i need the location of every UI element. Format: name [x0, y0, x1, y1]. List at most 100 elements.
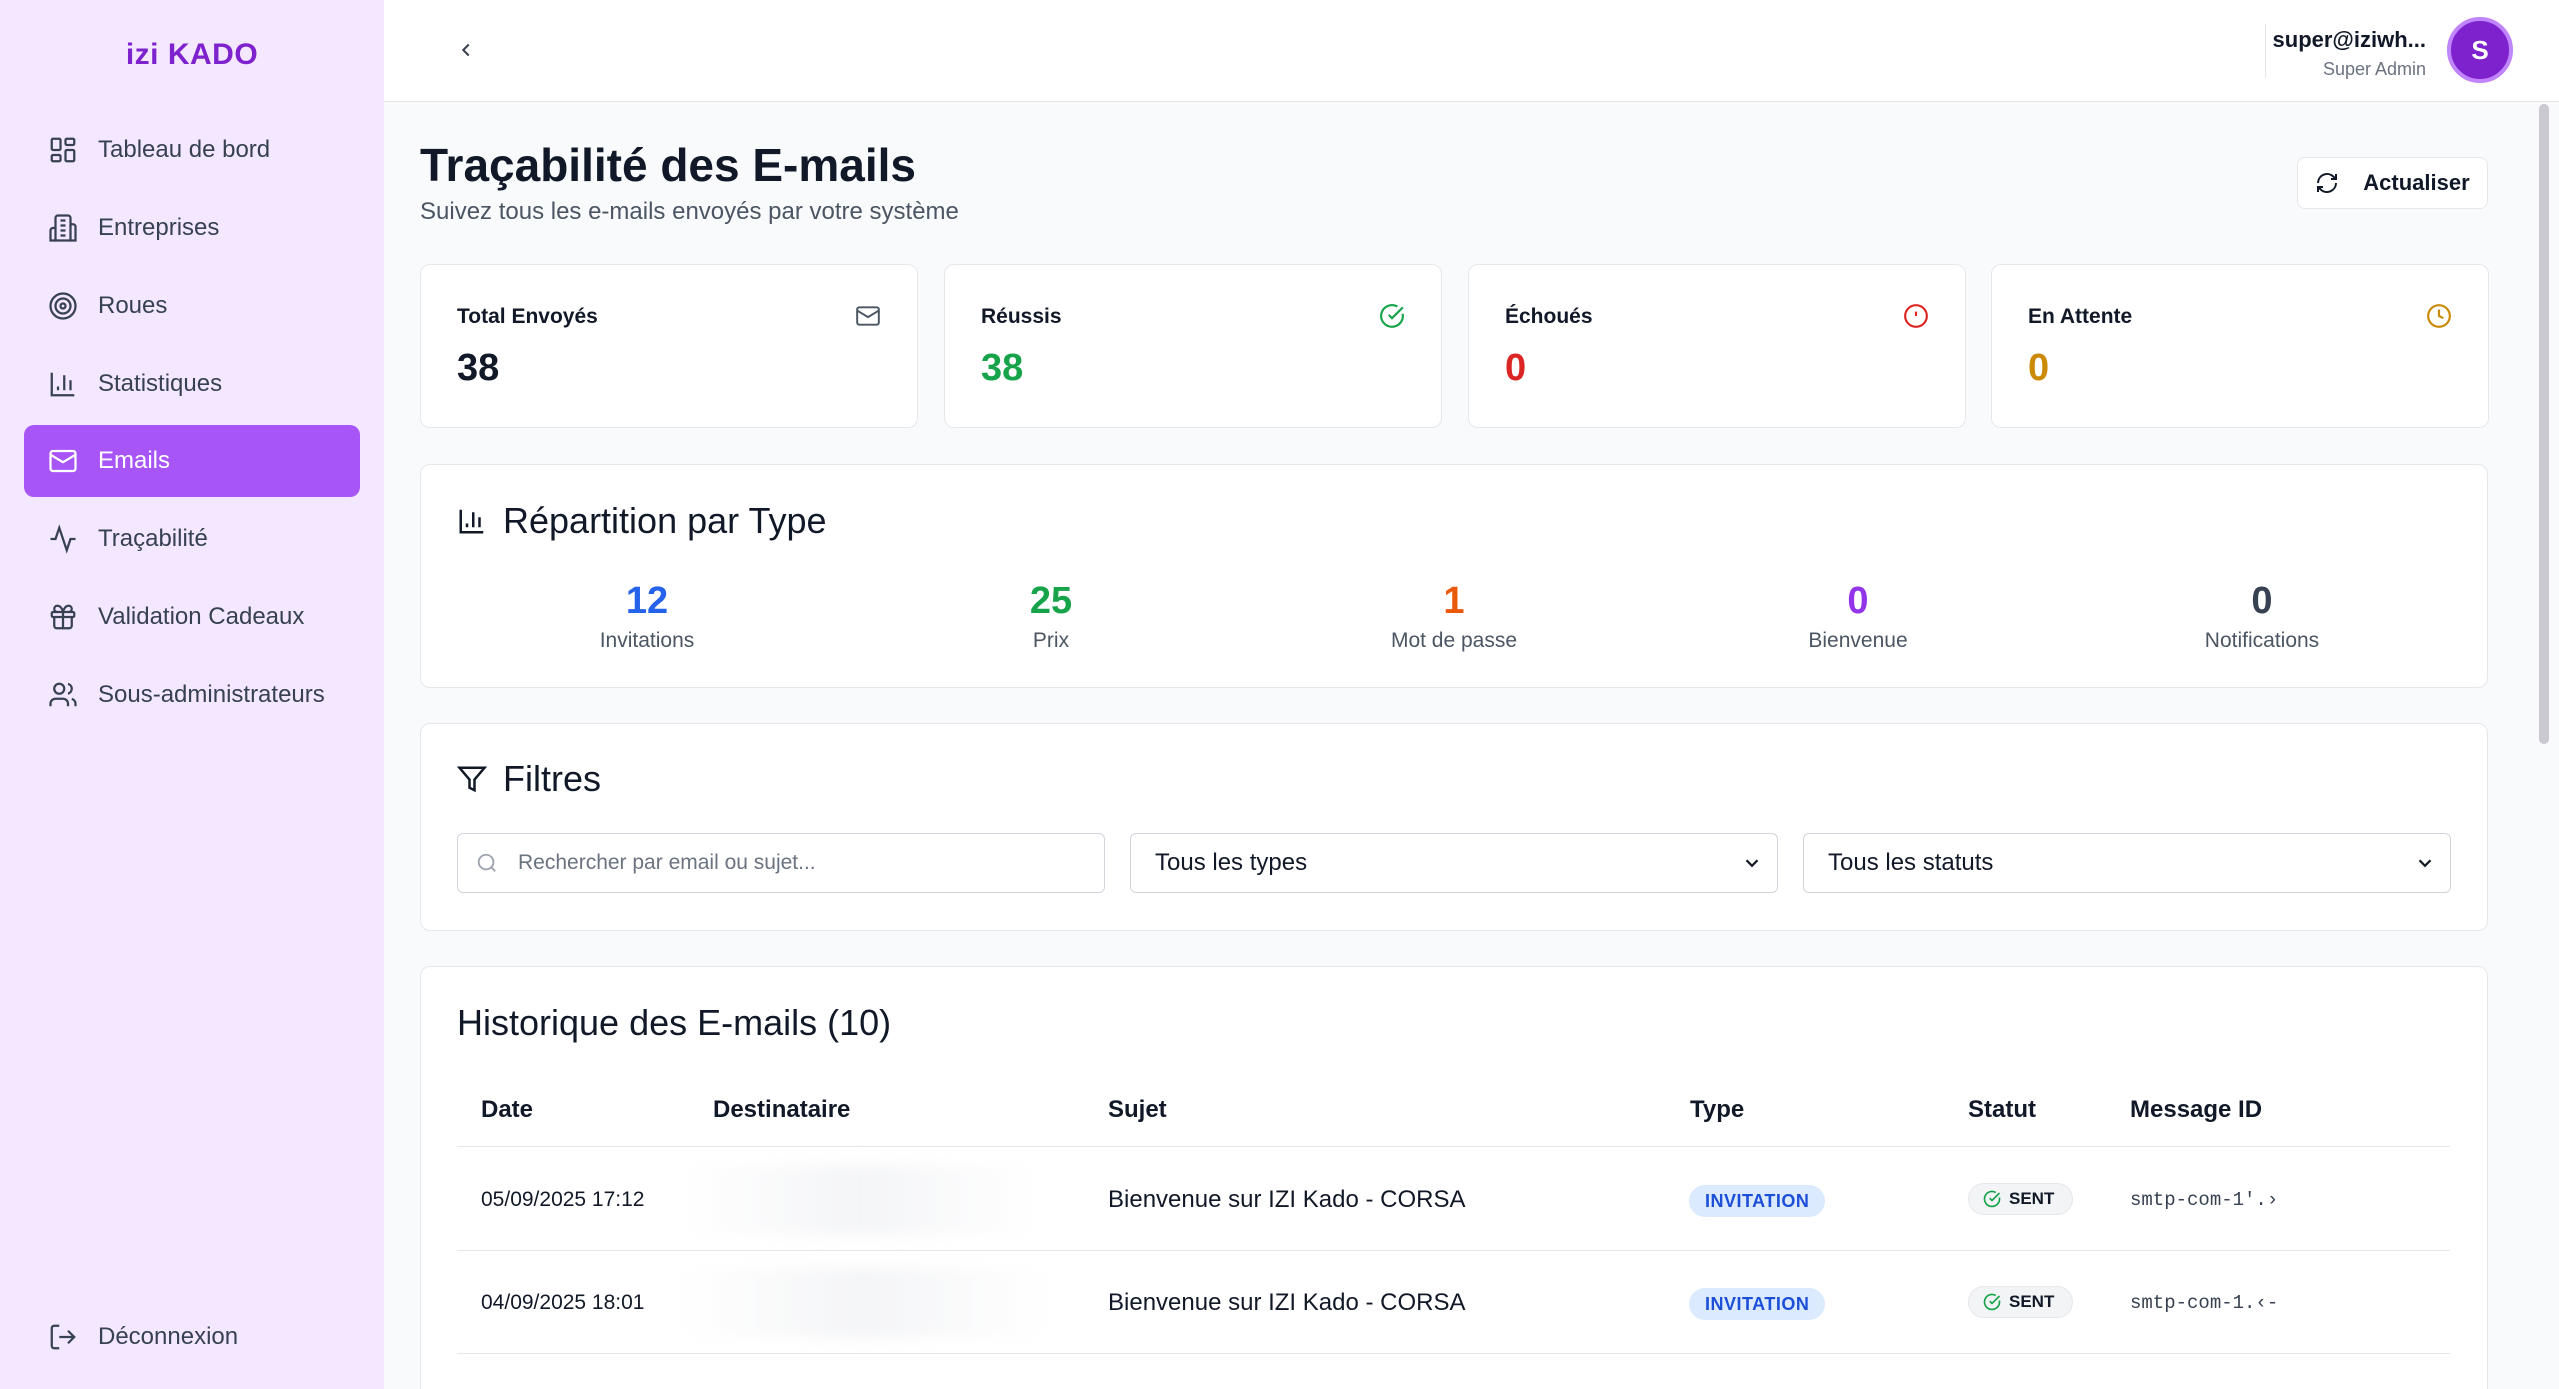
stat-label: Échoués [1505, 305, 1593, 328]
type-count: 0 [1847, 580, 1869, 622]
breakdown-title-text: Répartition par Type [503, 500, 827, 541]
type-select-value: Tous les types [1155, 849, 1308, 876]
logo-prefix: izi [125, 38, 159, 71]
row-message-id: smtp-com-1'.› [2130, 1189, 2279, 1211]
type-label: Invitations [599, 629, 695, 652]
chevron-down-icon [2418, 859, 2432, 868]
type-badge: INVITATION [1689, 1288, 1826, 1320]
sidebar-item-label: Emails [98, 447, 171, 474]
type-prix: 25 Prix [901, 580, 1201, 653]
type-mot-de-passe: 1 Mot de passe [1304, 580, 1604, 653]
avatar[interactable]: S [2447, 17, 2513, 83]
type-bienvenue: 0 Bienvenue [1708, 580, 2008, 653]
sidebar-item-entreprises[interactable]: Entreprises [24, 192, 360, 264]
type-count: 1 [1443, 580, 1465, 622]
type-invitations: 12 Invitations [497, 580, 797, 653]
sidebar-item-tracabilite[interactable]: Traçabilité [24, 503, 360, 575]
stat-label: Réussis [981, 305, 1062, 328]
status-select-value: Tous les statuts [1828, 849, 1994, 876]
check-circle-icon [1983, 1293, 2001, 1311]
sidebar-item-dashboard[interactable]: Tableau de bord [24, 114, 360, 186]
clock-icon [2427, 304, 2451, 328]
column-header-date[interactable]: Date [481, 1096, 533, 1124]
check-circle-icon [1983, 1190, 2001, 1208]
search-input[interactable] [518, 851, 1078, 875]
user-email: super@iziwh... [2272, 27, 2426, 52]
logout-button[interactable]: Déconnexion [24, 1301, 360, 1373]
type-select[interactable]: Tous les types [1130, 833, 1778, 893]
user-info[interactable]: super@iziwh... Super Admin [2273, 27, 2426, 80]
filters-card [420, 723, 2488, 931]
stat-label: Total Envoyés [457, 305, 598, 328]
breakdown-card [420, 464, 2488, 688]
sidebar-item-roues[interactable]: Roues [24, 270, 360, 342]
stat-card-total: Total Envoyés 38 [420, 264, 918, 428]
filters-title: Filtres [457, 758, 601, 800]
logout-icon [50, 1324, 76, 1350]
target-icon [49, 292, 77, 320]
refresh-label: Actualiser [2363, 170, 2470, 195]
breakdown-title: Répartition par Type [457, 500, 827, 542]
logout-label: Déconnexion [98, 1323, 239, 1350]
gift-icon [50, 604, 76, 630]
recipient-redacted [680, 1165, 1040, 1235]
row-subject: Bienvenue sur IZI Kado - CORSA [1108, 1186, 1466, 1213]
sidebar-item-sous-administrateurs[interactable]: Sous-administrateurs [24, 659, 360, 731]
page-subtitle: Suivez tous les e-mails envoyés par votr… [420, 198, 959, 225]
chevron-down-icon [1745, 859, 1759, 868]
refresh-button[interactable]: Actualiser [2297, 157, 2488, 209]
user-role: Super Admin [2322, 59, 2426, 79]
type-count: 12 [625, 580, 669, 622]
bar-chart-icon [50, 372, 75, 397]
stat-value: 0 [2028, 347, 2050, 389]
type-label: Prix [1032, 629, 1070, 652]
stat-label: En Attente [2028, 305, 2133, 328]
topbar [384, 0, 2559, 102]
alert-circle-icon [1904, 304, 1928, 328]
building-icon [49, 214, 77, 242]
type-notifications: 0 Notifications [2112, 580, 2412, 653]
chevron-left-icon [461, 43, 470, 57]
mail-icon [49, 449, 77, 473]
column-header-subject[interactable]: Sujet [1108, 1096, 1167, 1124]
type-count: 0 [2251, 580, 2273, 622]
sidebar-item-label: Tableau de bord [98, 136, 271, 163]
table-divider [457, 1146, 2450, 1147]
sidebar-item-emails[interactable]: Emails [24, 425, 360, 497]
type-badge: INVITATION [1689, 1185, 1826, 1217]
logo-name: KADO [167, 38, 259, 71]
scrollbar[interactable] [2539, 104, 2549, 744]
mail-icon [856, 306, 880, 326]
row-message-id: smtp-com-1.‹- [2130, 1292, 2279, 1314]
row-subject: Bienvenue sur IZI Kado - CORSA [1108, 1289, 1466, 1316]
column-header-message-id[interactable]: Message ID [2130, 1096, 2262, 1124]
status-select[interactable]: Tous les statuts [1803, 833, 2451, 893]
app-logo[interactable]: izi KADO [0, 38, 384, 72]
dashboard-icon [50, 137, 76, 163]
column-header-type[interactable]: Type [1690, 1096, 1744, 1124]
status-badge: SENT [1968, 1286, 2074, 1318]
filter-icon [457, 766, 487, 793]
back-button[interactable] [446, 30, 486, 70]
sidebar-item-statistiques[interactable]: Statistiques [24, 348, 360, 420]
status-text: SENT [2009, 1189, 2055, 1208]
users-icon [49, 682, 77, 707]
recipient-redacted [680, 1268, 1050, 1338]
sidebar-item-label: Roues [98, 292, 168, 319]
column-header-recipient[interactable]: Destinataire [713, 1096, 850, 1124]
sidebar-item-validation-cadeaux[interactable]: Validation Cadeaux [24, 581, 360, 653]
column-header-status[interactable]: Statut [1968, 1096, 2036, 1124]
sidebar-item-label: Sous-administrateurs [98, 681, 325, 708]
status-badge: SENT [1968, 1183, 2074, 1215]
stat-value: 38 [457, 347, 500, 389]
sidebar: izi KADO Tableau de bord Entreprises Rou… [0, 0, 384, 1389]
table-row-divider [457, 1353, 2450, 1354]
stat-card-failed: Échoués 0 [1468, 264, 1966, 428]
sidebar-item-label: Entreprises [98, 214, 220, 241]
stat-card-success: Réussis 38 [944, 264, 1442, 428]
search-field[interactable] [457, 833, 1105, 893]
stat-value: 0 [1505, 347, 1527, 389]
sidebar-item-label: Traçabilité [98, 525, 208, 552]
type-label: Bienvenue [1808, 629, 1908, 652]
activity-icon [50, 524, 76, 554]
